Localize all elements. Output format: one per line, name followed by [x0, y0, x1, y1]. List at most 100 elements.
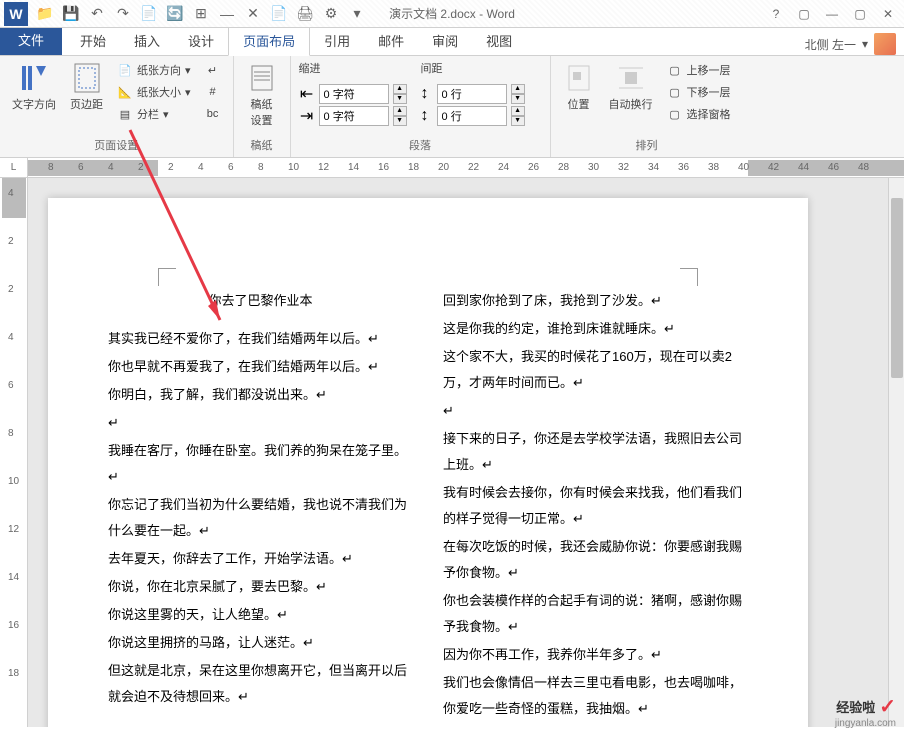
quick-access-toolbar: 📁 💾 ↶ ↷ 📄 🔄 ⊞ — ✕ 📄 🖨 ⚙ ▾: [36, 5, 366, 23]
wrap-button[interactable]: 自动换行: [605, 60, 657, 135]
paragraph[interactable]: 你说这里拥挤的马路，让人迷茫。↵: [108, 630, 413, 656]
paragraph[interactable]: 你说这里雾的天，让人绝望。↵: [108, 602, 413, 628]
space-after-icon: ↕: [417, 108, 433, 124]
space-after-input[interactable]: [437, 106, 507, 126]
paragraph[interactable]: 你也会装模作样的合起手有词的说：猪啊，感谢你赐予我食物。↵: [443, 588, 748, 640]
spin-down[interactable]: ▼: [511, 116, 525, 126]
qat-settings-icon[interactable]: ⚙: [322, 5, 340, 23]
vertical-ruler[interactable]: 4224681012141618: [0, 178, 28, 727]
qat-open-icon[interactable]: 📁: [36, 5, 54, 23]
tab-design[interactable]: 设计: [174, 26, 228, 55]
tab-view[interactable]: 视图: [472, 26, 526, 55]
text-direction-button[interactable]: 文字方向: [8, 60, 60, 135]
paragraph[interactable]: 这个家不大，我买的时候花了160万，现在可以卖2万，才两年时间而已。↵: [443, 344, 748, 396]
spin-down[interactable]: ▼: [393, 94, 407, 104]
user-avatar[interactable]: [874, 33, 896, 55]
help-button[interactable]: ?: [764, 4, 788, 24]
paragraph[interactable]: 这是你我的约定，谁抢到床谁就睡床。↵: [443, 316, 748, 342]
columns-button[interactable]: ▤分栏▾: [113, 104, 195, 124]
paragraph[interactable]: ↵: [443, 398, 748, 424]
size-button[interactable]: 📐纸张大小▾: [113, 82, 195, 102]
group-page-setup: 文字方向 页边距 📄纸张方向▾ 📐纸张大小▾ ▤分栏▾ ↵ # bc 页面设置: [0, 56, 234, 157]
document-area[interactable]: 你去了巴黎作业本 其实我已经不爱你了，在我们结婚两年以后。↵你也早就不再爱我了，…: [28, 178, 904, 727]
watermark: 经验啦 ✓: [836, 694, 896, 719]
tab-file[interactable]: 文件: [0, 24, 62, 55]
paragraph[interactable]: 你忘记了我们当初为什么要结婚，我也说不清我们为什么要在一起。↵: [108, 492, 413, 544]
orientation-button[interactable]: 📄纸张方向▾: [113, 60, 195, 80]
app-icon: W: [4, 2, 28, 26]
qat-redo-icon[interactable]: ↷: [114, 5, 132, 23]
paragraph[interactable]: 因为你不再工作，我养你半年多了。↵: [443, 642, 748, 668]
check-icon: ✓: [879, 694, 896, 719]
space-before-input[interactable]: [437, 84, 507, 104]
paragraph[interactable]: 但这就是北京，呆在这里你想离开它，但当离开以后就会迫不及待想回来。↵: [108, 658, 413, 710]
paragraph[interactable]: 去年夏天，你辞去了工作，开始学法语。↵: [108, 546, 413, 572]
minimize-button[interactable]: —: [820, 4, 844, 24]
margins-icon: [71, 62, 103, 94]
close-button[interactable]: ✕: [876, 4, 900, 24]
ruler-corner[interactable]: L: [0, 158, 28, 177]
horizontal-ruler[interactable]: L 86422468101214161820222426283032343638…: [0, 158, 904, 178]
qat-close-icon[interactable]: ✕: [244, 5, 262, 23]
manuscript-icon: [246, 62, 278, 94]
scroll-thumb[interactable]: [891, 198, 903, 378]
spin-up[interactable]: ▲: [393, 84, 407, 94]
tab-page-layout[interactable]: 页面布局: [228, 25, 310, 56]
column-2[interactable]: 回到家你抢到了床，我抢到了沙发。↵这是你我的约定，谁抢到床谁就睡床。↵这个家不大…: [443, 288, 748, 727]
selection-pane-button[interactable]: ▢选择窗格: [663, 104, 735, 124]
document-title[interactable]: 你去了巴黎作业本: [108, 288, 413, 314]
spin-up[interactable]: ▲: [511, 106, 525, 116]
margins-button[interactable]: 页边距: [66, 60, 107, 135]
tab-references[interactable]: 引用: [310, 26, 364, 55]
send-backward-button[interactable]: ▢下移一层: [663, 82, 735, 102]
bring-forward-button[interactable]: ▢上移一层: [663, 60, 735, 80]
watermark-url: jingyanla.com: [835, 718, 896, 729]
ribbon-toggle-button[interactable]: ▢: [792, 4, 816, 24]
tab-mailings[interactable]: 邮件: [364, 26, 418, 55]
paragraph[interactable]: 其实我已经不爱你了，在我们结婚两年以后。↵: [108, 326, 413, 352]
qat-more-icon[interactable]: ▾: [348, 5, 366, 23]
space-before-row: ↕ ▲▼: [417, 84, 525, 104]
indent-left-input[interactable]: [319, 84, 389, 104]
qat-new-icon[interactable]: 📄: [140, 5, 158, 23]
line-numbers-button[interactable]: #: [201, 82, 225, 102]
manuscript-button[interactable]: 稿纸 设置: [242, 60, 282, 135]
tab-review[interactable]: 审阅: [418, 26, 472, 55]
paragraph[interactable]: 我有时候会去接你，你有时候会来找我，他们看我们的样子觉得一切正常。↵: [443, 480, 748, 532]
spin-up[interactable]: ▲: [511, 84, 525, 94]
paragraph[interactable]: 你明白，我了解，我们都没说出来。↵: [108, 382, 413, 408]
workspace: 4224681012141618 你去了巴黎作业本 其实我已经不爱你了，在我们结…: [0, 178, 904, 727]
paragraph[interactable]: ↵: [108, 410, 413, 436]
spin-down[interactable]: ▼: [393, 116, 407, 126]
qat-print-icon[interactable]: 🖨: [296, 5, 314, 23]
column-1[interactable]: 你去了巴黎作业本 其实我已经不爱你了，在我们结婚两年以后。↵你也早就不再爱我了，…: [108, 288, 413, 727]
user-area[interactable]: 北侧 左一 ▾: [805, 33, 904, 55]
paragraph[interactable]: 你也早就不再爱我了，在我们结婚两年以后。↵: [108, 354, 413, 380]
selection-icon: ▢: [667, 106, 683, 122]
breaks-button[interactable]: ↵: [201, 60, 225, 80]
hyphenation-button[interactable]: bc: [201, 104, 225, 124]
qat-save-icon[interactable]: 💾: [62, 5, 80, 23]
qat-page-icon[interactable]: 📄: [270, 5, 288, 23]
spin-down[interactable]: ▼: [511, 94, 525, 104]
paragraph[interactable]: 你说，你在北京呆腻了，要去巴黎。↵: [108, 574, 413, 600]
qat-undo-icon[interactable]: ↶: [88, 5, 106, 23]
position-button[interactable]: 位置: [559, 60, 599, 135]
paragraph[interactable]: 回到家你抢到了床，我抢到了沙发。↵: [443, 288, 748, 314]
tab-insert[interactable]: 插入: [120, 26, 174, 55]
page[interactable]: 你去了巴黎作业本 其实我已经不爱你了，在我们结婚两年以后。↵你也早就不再爱我了，…: [48, 198, 808, 727]
indent-left-icon: ⇤: [299, 86, 315, 102]
wrap-icon: [615, 62, 647, 94]
indent-right-input[interactable]: [319, 106, 389, 126]
qat-table-icon[interactable]: ⊞: [192, 5, 210, 23]
qat-dash-icon[interactable]: —: [218, 5, 236, 23]
qat-refresh-icon[interactable]: 🔄: [166, 5, 184, 23]
spin-up[interactable]: ▲: [393, 106, 407, 116]
maximize-button[interactable]: ▢: [848, 4, 872, 24]
paragraph[interactable]: 在每次吃饭的时候，我还会威胁你说：你要感谢我赐予你食物。↵: [443, 534, 748, 586]
paragraph[interactable]: 我睡在客厅，你睡在卧室。我们养的狗呆在笼子里。↵: [108, 438, 413, 490]
vertical-scrollbar[interactable]: [888, 178, 904, 727]
paragraph[interactable]: 接下来的日子，你还是去学校学法语，我照旧去公司上班。↵: [443, 426, 748, 478]
paragraph[interactable]: 我们也会像情侣一样去三里屯看电影，也去喝咖啡，你爱吃一些奇怪的蛋糕，我抽烟。↵: [443, 670, 748, 722]
tab-home[interactable]: 开始: [66, 26, 120, 55]
